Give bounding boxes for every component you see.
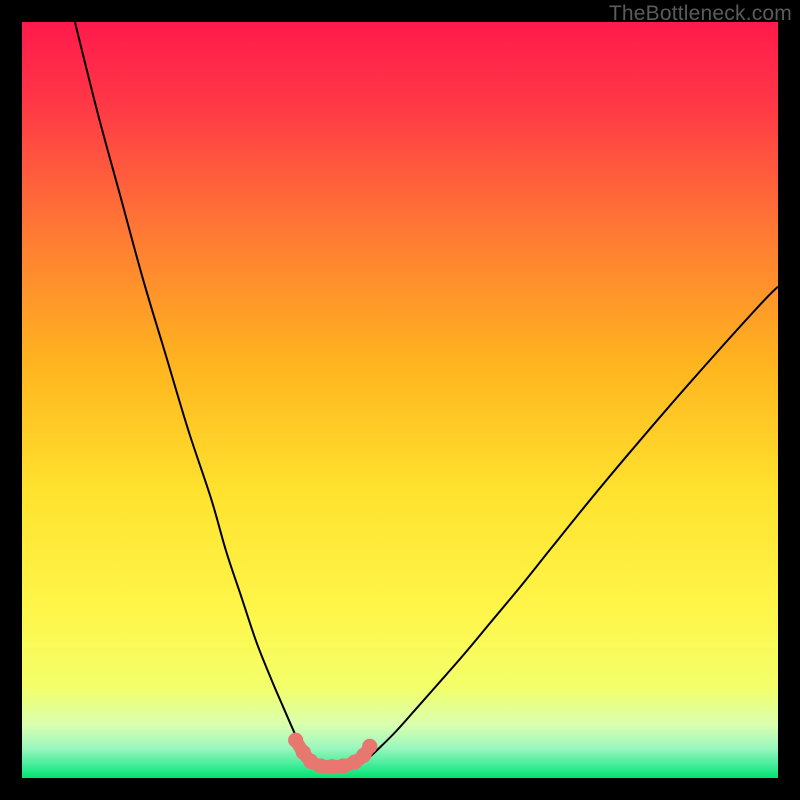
gradient-background — [22, 22, 778, 778]
valley-marker — [362, 739, 377, 754]
bottleneck-chart — [22, 22, 778, 778]
chart-frame: TheBottleneck.com — [0, 0, 800, 800]
